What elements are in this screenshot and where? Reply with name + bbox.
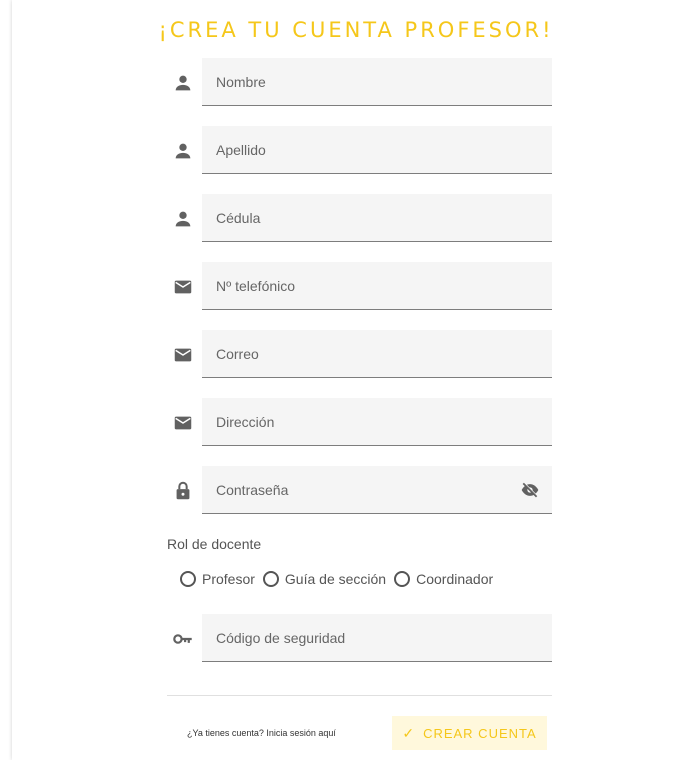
lastname-input[interactable] bbox=[202, 126, 552, 173]
divider bbox=[167, 695, 552, 696]
radio-label: Coordinador bbox=[416, 571, 494, 587]
person-icon bbox=[172, 140, 194, 162]
id-input[interactable] bbox=[202, 194, 552, 241]
radio-coordinador[interactable]: Coordinador bbox=[394, 571, 493, 587]
email-input[interactable] bbox=[202, 330, 552, 377]
name-row bbox=[12, 58, 700, 108]
radio-label: Guía de sección bbox=[284, 571, 387, 587]
lock-icon bbox=[172, 480, 194, 502]
role-label: Rol de docente bbox=[167, 536, 262, 552]
address-row bbox=[12, 398, 700, 448]
email-field[interactable] bbox=[202, 330, 552, 378]
lastname-row bbox=[12, 126, 700, 176]
radio-label: Profesor bbox=[202, 571, 255, 587]
person-icon bbox=[172, 72, 194, 94]
name-field[interactable] bbox=[202, 58, 552, 106]
id-field[interactable] bbox=[202, 194, 552, 242]
email-icon bbox=[172, 344, 194, 366]
id-row bbox=[12, 194, 700, 244]
role-radio-group: Profesor Guía de sección Coordinador bbox=[180, 568, 501, 590]
page-title: ¡Crea tu cuenta profesor! bbox=[158, 18, 554, 42]
password-row bbox=[12, 466, 700, 516]
security-row bbox=[12, 614, 700, 664]
check-icon: ✓ bbox=[402, 724, 416, 741]
address-field[interactable] bbox=[202, 398, 552, 446]
register-card: ¡Crea tu cuenta profesor! bbox=[12, 0, 700, 760]
phone-field[interactable] bbox=[202, 262, 552, 310]
address-input[interactable] bbox=[202, 398, 552, 445]
visibility-off-icon[interactable] bbox=[520, 480, 540, 500]
email-icon bbox=[172, 412, 194, 434]
name-input[interactable] bbox=[202, 58, 552, 105]
radio-circle[interactable] bbox=[180, 571, 196, 587]
login-link[interactable]: ¿Ya tienes cuenta? Inicia sesión aquí bbox=[187, 728, 336, 738]
create-account-button[interactable]: ✓ Crear cuenta bbox=[392, 716, 547, 750]
email-row bbox=[12, 330, 700, 380]
lastname-field[interactable] bbox=[202, 126, 552, 174]
security-code-input[interactable] bbox=[202, 614, 552, 661]
create-account-label: Crear cuenta bbox=[423, 725, 537, 741]
person-icon bbox=[172, 208, 194, 230]
radio-guia-seccion[interactable]: Guía de sección bbox=[262, 571, 387, 587]
phone-input[interactable] bbox=[202, 262, 552, 309]
key-icon bbox=[172, 628, 194, 650]
password-field[interactable] bbox=[202, 466, 552, 514]
password-input[interactable] bbox=[202, 466, 552, 513]
radio-profesor[interactable]: Profesor bbox=[180, 571, 255, 587]
security-code-field[interactable] bbox=[202, 614, 552, 662]
email-icon bbox=[172, 276, 194, 298]
phone-row bbox=[12, 262, 700, 312]
radio-circle[interactable] bbox=[394, 571, 411, 587]
radio-circle[interactable] bbox=[262, 571, 279, 587]
